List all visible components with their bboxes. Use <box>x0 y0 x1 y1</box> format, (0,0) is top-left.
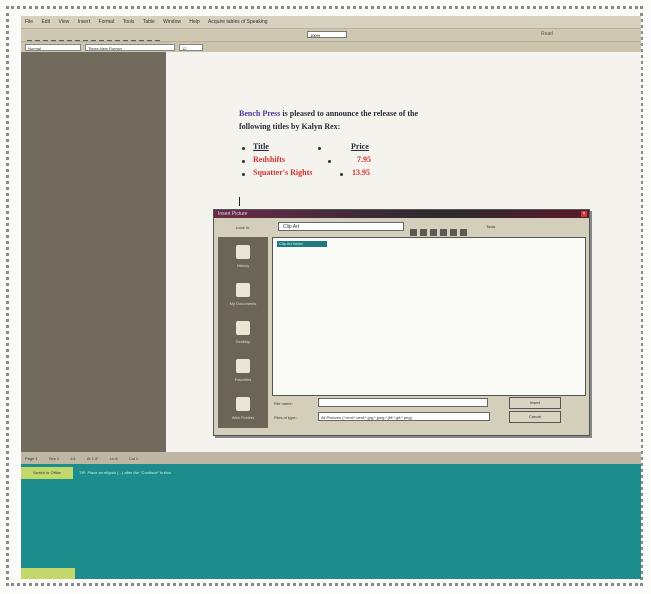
menu-ask-box[interactable]: Acquire tables of Speaking <box>208 19 267 25</box>
places-bar: History My Documents Desktop Favorites W… <box>218 237 268 428</box>
history-icon <box>236 245 250 259</box>
desktop-icon <box>236 321 250 335</box>
screen-photo: File Edit View Insert Format Tools Table… <box>21 16 641 579</box>
menu-tools[interactable]: Tools <box>123 19 135 25</box>
files-of-type-label: Files of type: <box>274 415 297 420</box>
place-desktop[interactable]: Desktop <box>218 317 268 353</box>
tab-marker-icon <box>340 173 343 176</box>
folder-icon <box>236 283 250 297</box>
row-price: 13.95 <box>352 168 370 177</box>
place-label: Desktop <box>235 339 251 344</box>
favorites-icon <box>236 359 250 373</box>
switch-button[interactable]: Switch to Office <box>21 467 73 479</box>
bullet-icon <box>242 160 245 163</box>
announcement-line-2: following titles by Kalyn Rex: <box>239 122 341 131</box>
place-favorites[interactable]: Favorites <box>218 355 268 391</box>
toolbar-icons <box>27 32 163 45</box>
menu-file[interactable]: File <box>25 19 33 25</box>
status-col: Col 1 <box>128 456 139 461</box>
file-list[interactable]: Clip Art folder <box>272 237 586 396</box>
start-button[interactable] <box>21 568 75 579</box>
row-title: Redshifts <box>253 155 286 164</box>
insert-picture-dialog: Insert Picture × Look in: Clip Art Tools… <box>213 209 590 436</box>
tab-marker-icon <box>318 147 321 150</box>
row-title: Squatter's Rights <box>253 168 313 177</box>
menu-bar: File Edit View Insert Format Tools Table… <box>21 16 641 28</box>
read-button[interactable]: Read <box>541 31 553 37</box>
search-web-icon[interactable] <box>430 229 437 236</box>
zoom-select[interactable]: 100% <box>307 31 347 38</box>
menu-edit[interactable]: Edit <box>41 19 50 25</box>
file-name-input[interactable] <box>318 398 488 407</box>
left-margin-area <box>21 52 166 452</box>
place-label: History <box>236 263 250 268</box>
place-label: Favorites <box>234 377 252 382</box>
insert-button[interactable]: Insert <box>509 397 561 409</box>
announcement-text: is pleased to announce the release of th… <box>282 109 419 118</box>
standard-toolbar: 100% Read <box>21 28 641 45</box>
assistant-message: TIP: Place an ellipsis (...) after the "… <box>79 470 172 475</box>
status-pages: 1/1 <box>70 456 76 461</box>
place-label: Web Folders <box>231 415 255 420</box>
look-in-label: Look in: <box>236 225 251 230</box>
status-page: Page 1 <box>25 456 38 461</box>
menu-insert[interactable]: Insert <box>78 19 91 25</box>
back-icon[interactable] <box>410 229 417 236</box>
table-header-price: Price <box>351 142 369 151</box>
tab-marker-icon <box>328 160 331 163</box>
font-size-select[interactable]: 12 <box>179 44 203 51</box>
place-web-folders[interactable]: Web Folders <box>218 393 268 429</box>
bullet-icon <box>242 173 245 176</box>
files-of-type-select[interactable]: All Pictures (*.emf;*.wmf;*.jpg;*.jpeg;*… <box>318 412 490 421</box>
style-select[interactable]: Normal <box>25 44 81 51</box>
views-icon[interactable] <box>460 229 467 236</box>
cancel-button[interactable]: Cancel <box>509 411 561 423</box>
table-header-title: Title <box>253 142 269 151</box>
row-price: 7.95 <box>357 155 371 164</box>
publisher-name: Bench Press <box>239 109 281 118</box>
menu-view[interactable]: View <box>58 19 69 25</box>
close-icon[interactable]: × <box>581 211 587 217</box>
dialog-title-bar[interactable]: Insert Picture <box>214 210 589 218</box>
menu-table[interactable]: Table <box>143 19 155 25</box>
menu-window[interactable]: Window <box>163 19 181 25</box>
font-select[interactable]: Times New Roman <box>85 44 175 51</box>
look-in-select[interactable]: Clip Art <box>278 222 404 231</box>
file-item-selected[interactable]: Clip Art folder <box>277 241 327 247</box>
up-folder-icon[interactable] <box>420 229 427 236</box>
place-my-documents[interactable]: My Documents <box>218 279 268 315</box>
bullet-icon <box>242 147 245 150</box>
place-history[interactable]: History <box>218 241 268 277</box>
status-at: At 1.5" <box>86 456 99 461</box>
status-section: Sec 1 <box>48 456 60 461</box>
status-line: Ln 8 <box>109 456 118 461</box>
announcement-line-1: Bench Press is pleased to announce the r… <box>239 109 418 118</box>
assistant-pane: Switch to Office TIP: Place an ellipsis … <box>21 464 641 579</box>
place-label: My Documents <box>229 301 257 306</box>
file-name-label: File name: <box>274 401 293 406</box>
new-folder-icon[interactable] <box>450 229 457 236</box>
web-folder-icon <box>236 397 250 411</box>
text-cursor <box>239 197 240 206</box>
status-bar: Page 1 Sec 1 1/1 At 1.5" Ln 8 Col 1 <box>21 452 641 464</box>
menu-help[interactable]: Help <box>189 19 199 25</box>
tools-menu[interactable]: Tools <box>486 224 495 229</box>
menu-format[interactable]: Format <box>99 19 115 25</box>
delete-icon[interactable] <box>440 229 447 236</box>
